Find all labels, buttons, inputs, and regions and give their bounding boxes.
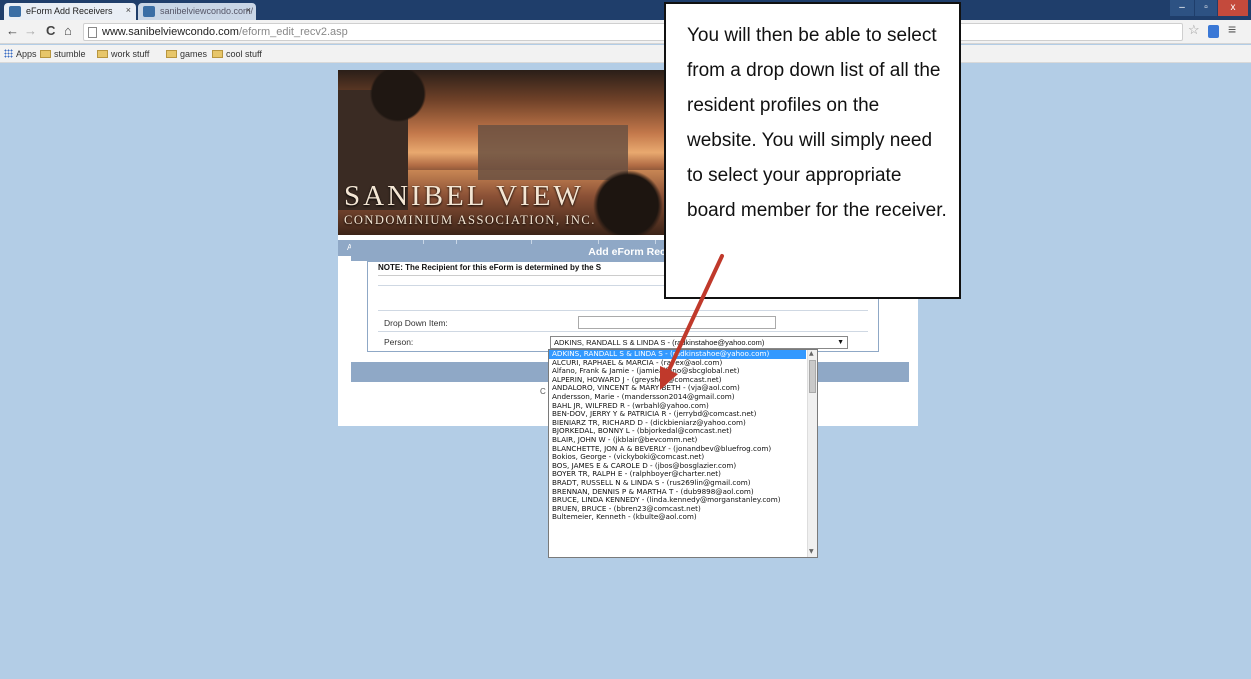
- dropdown-option[interactable]: BOS, JAMES E & CAROLE D - (jbos@bosglazi…: [549, 462, 806, 471]
- url-domain: www.sanibelviewcondo.com: [102, 26, 239, 38]
- maximize-button[interactable]: ▫: [1195, 0, 1217, 16]
- url-path: /eform_edit_recv2.asp: [238, 26, 348, 38]
- scroll-thumb[interactable]: [809, 360, 816, 393]
- dropdown-option[interactable]: BRADT, RUSSELL N & LINDA S - (rus269lin@…: [549, 479, 806, 488]
- dropdown-option[interactable]: BAHL JR, WILFRED R - (wrbahl@yahoo.com): [549, 402, 806, 411]
- dropdown-option[interactable]: ALCURI, RAPHAEL & MARCIA - (rayex@aol.co…: [549, 359, 806, 368]
- bookmark-label: work stuff: [111, 49, 150, 59]
- forward-icon[interactable]: →: [24, 22, 37, 40]
- tab-title: sanibelviewcondo.com/: [160, 6, 254, 16]
- bookmark-label: cool stuff: [226, 49, 262, 59]
- folder-icon: [212, 50, 223, 58]
- dropdown-option[interactable]: ANDALORO, VINCENT & MARY BETH - (vja@aol…: [549, 384, 806, 393]
- site-logo-subtitle: CONDOMINIUM ASSOCIATION, INC.: [344, 213, 596, 227]
- close-icon[interactable]: ×: [126, 5, 131, 15]
- close-icon[interactable]: ×: [246, 5, 251, 15]
- bookmark-apps[interactable]: Apps: [4, 48, 37, 60]
- site-logo-title: SANIBEL VIEW: [344, 180, 584, 212]
- dropdown-option[interactable]: ALPERIN, HOWARD J - (greyshell@comcast.n…: [549, 376, 806, 385]
- dropdown-option[interactable]: Bokios, George - (vickyboki@comcast.net): [549, 453, 806, 462]
- dropdown-option[interactable]: BRENNAN, DENNIS P & MARTHA T - (dub9898@…: [549, 488, 806, 497]
- drop-down-item-input[interactable]: [578, 316, 776, 329]
- annotation-callout: You will then be able to select from a d…: [664, 2, 961, 299]
- page-icon: [88, 27, 97, 38]
- browser-tab-bar: eForm Add Receivers × sanibelviewcondo.c…: [0, 0, 1251, 20]
- dropdown-option[interactable]: Andersson, Marie - (mandersson2014@gmail…: [549, 393, 806, 402]
- banner-tree: [368, 70, 428, 130]
- home-icon[interactable]: ⌂: [64, 22, 72, 40]
- browser-menu-icon[interactable]: ≡: [1228, 21, 1236, 37]
- back-icon[interactable]: ←: [6, 22, 19, 40]
- browser-toolbar: ← → C ⌂ www.sanibelviewcondo.com/eform_e…: [0, 20, 1251, 44]
- site-favicon-icon: [9, 6, 21, 17]
- dropdown-option[interactable]: BRUCE, LINDA KENNEDY - (linda.kennedy@mo…: [549, 496, 806, 505]
- reload-icon[interactable]: C: [46, 22, 55, 40]
- bookmarks-bar: Apps stumble work stuff games cool stuff: [0, 45, 1251, 63]
- divider: [378, 310, 868, 311]
- bookmark-folder-games[interactable]: games: [166, 48, 207, 60]
- dropdown-option[interactable]: BRUEN, BRUCE - (bbren23@comcast.net): [549, 505, 806, 514]
- folder-icon: [40, 50, 51, 58]
- browser-tab-inactive[interactable]: sanibelviewcondo.com/ ×: [138, 3, 256, 20]
- bookmark-label: stumble: [54, 49, 86, 59]
- dropdown-option[interactable]: Alfano, Frank & Jamie - (jamiealfano@sbc…: [549, 367, 806, 376]
- apps-grid-icon: [4, 49, 13, 58]
- dropdown-option[interactable]: BOYER TR, RALPH E - (ralphboyer@charter.…: [549, 470, 806, 479]
- divider: [378, 331, 868, 332]
- person-dropdown-list[interactable]: ADKINS, RANDALL S & LINDA S - (radkinsta…: [548, 349, 818, 558]
- scroll-up-icon[interactable]: ▲: [809, 350, 814, 357]
- copyright-text: C: [540, 387, 546, 396]
- folder-icon: [97, 50, 108, 58]
- dropdown-option[interactable]: BJORKEDAL, BONNY L - (bbjorkedal@comcast…: [549, 427, 806, 436]
- extension-icon[interactable]: [1208, 25, 1219, 38]
- dropdown-option[interactable]: Bultemeier, Kenneth - (kbulte@aol.com): [549, 513, 806, 522]
- scroll-down-icon[interactable]: ▼: [809, 548, 814, 555]
- person-select[interactable]: ADKINS, RANDALL S & LINDA S - (radkinsta…: [550, 336, 848, 349]
- banner-tree: [588, 160, 668, 235]
- scrollbar[interactable]: ▲ ▼: [807, 350, 817, 557]
- site-favicon-icon: [143, 6, 155, 17]
- bookmark-label: Apps: [16, 49, 37, 59]
- bookmark-folder-stumble[interactable]: stumble: [40, 48, 86, 60]
- chevron-down-icon: ▼: [837, 339, 844, 346]
- folder-icon: [166, 50, 177, 58]
- address-bar[interactable]: www.sanibelviewcondo.com/eform_edit_recv…: [83, 23, 1183, 41]
- drop-down-item-label: Drop Down Item:: [384, 318, 448, 328]
- browser-tab-active[interactable]: eForm Add Receivers ×: [4, 3, 136, 20]
- dropdown-option[interactable]: BLANCHETTE, JON A & BEVERLY - (jonandbev…: [549, 445, 806, 454]
- tab-title: eForm Add Receivers: [26, 6, 113, 16]
- person-select-value: ADKINS, RANDALL S & LINDA S - (radkinsta…: [554, 338, 765, 347]
- dropdown-option[interactable]: BIENIARZ TR, RICHARD D - (dickbieniarz@y…: [549, 419, 806, 428]
- window-close-button[interactable]: x: [1218, 0, 1248, 16]
- bookmark-folder-cool-stuff[interactable]: cool stuff: [212, 48, 262, 60]
- minimize-button[interactable]: –: [1170, 0, 1194, 16]
- bookmark-folder-work-stuff[interactable]: work stuff: [97, 48, 149, 60]
- bookmark-label: games: [180, 49, 208, 59]
- bookmark-star-icon[interactable]: ☆: [1188, 22, 1200, 38]
- dropdown-option[interactable]: ADKINS, RANDALL S & LINDA S - (radkinsta…: [549, 350, 806, 359]
- dropdown-option[interactable]: BLAIR, JOHN W - (jkblair@bevcomm.net): [549, 436, 806, 445]
- person-label: Person:: [384, 337, 414, 347]
- dropdown-option[interactable]: BEN-DOV, JERRY Y & PATRICIA R - (jerrybd…: [549, 410, 806, 419]
